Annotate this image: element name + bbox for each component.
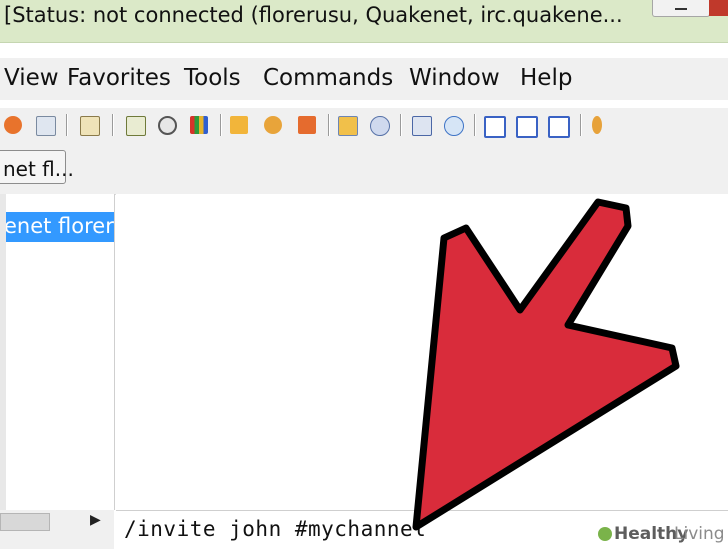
status-window-text-area bbox=[116, 194, 728, 510]
status-window-button-label: net fl... bbox=[3, 157, 74, 181]
cascade-icon[interactable] bbox=[548, 116, 570, 138]
favorites-icon[interactable] bbox=[4, 116, 22, 134]
minimize-icon bbox=[675, 8, 687, 10]
menu-window[interactable]: Window bbox=[409, 65, 500, 91]
close-button[interactable] bbox=[709, 0, 728, 16]
tile-vertical-icon[interactable] bbox=[516, 116, 538, 138]
menu-favorites[interactable]: Favorites bbox=[67, 65, 171, 91]
dcc-send-icon[interactable] bbox=[230, 116, 248, 134]
colors-icon[interactable] bbox=[190, 116, 208, 134]
timer-icon[interactable] bbox=[158, 116, 177, 135]
help-icon[interactable] bbox=[592, 116, 602, 134]
watermark-brand-light: Living bbox=[674, 524, 725, 544]
tree-item-status[interactable]: enet florer bbox=[0, 212, 114, 242]
tile-horizontal-icon[interactable] bbox=[484, 116, 506, 138]
toolbar-separator bbox=[112, 114, 114, 136]
log-icon[interactable] bbox=[80, 116, 100, 136]
switchbar: net fl... bbox=[0, 144, 728, 195]
url-icon[interactable] bbox=[444, 116, 464, 136]
dcc-chat-icon[interactable] bbox=[264, 116, 282, 134]
minimize-button[interactable] bbox=[652, 0, 710, 17]
tree-item-label: enet florer bbox=[4, 214, 114, 238]
toolbar-separator bbox=[580, 114, 582, 136]
status-window-button[interactable]: net fl... bbox=[0, 150, 74, 184]
leaf-icon bbox=[598, 527, 612, 541]
toolbar-separator bbox=[328, 114, 330, 136]
list-icon[interactable] bbox=[126, 116, 146, 136]
toolbar-separator bbox=[66, 114, 68, 136]
treebar: enet florer bbox=[0, 194, 115, 510]
menu-help[interactable]: Help bbox=[520, 65, 572, 91]
toolbar bbox=[0, 108, 728, 144]
treebar-edge bbox=[0, 194, 6, 510]
channels-icon[interactable] bbox=[338, 116, 358, 136]
window-title: [Status: not connected (florerusu, Quake… bbox=[4, 3, 623, 27]
healthy-living-watermark: Healthy Living bbox=[594, 522, 726, 547]
toolbar-separator bbox=[400, 114, 402, 136]
addressbook-icon[interactable] bbox=[412, 116, 432, 136]
menu-commands[interactable]: Commands bbox=[263, 65, 393, 91]
horizontal-scrollbar[interactable] bbox=[0, 513, 50, 531]
menu-bar: View Favorites Tools Commands Window Hel… bbox=[0, 58, 728, 100]
toolbar-separator bbox=[220, 114, 222, 136]
search-icon[interactable] bbox=[370, 116, 390, 136]
command-editbox-value: /invite john #mychannel bbox=[124, 517, 427, 541]
notes-icon[interactable] bbox=[36, 116, 56, 136]
menu-view[interactable]: View bbox=[4, 65, 59, 91]
dcc-options-icon[interactable] bbox=[298, 116, 316, 134]
menu-tools[interactable]: Tools bbox=[184, 65, 241, 91]
toolbar-separator bbox=[474, 114, 476, 136]
title-bar: [Status: not connected (florerusu, Quake… bbox=[0, 0, 728, 43]
scroll-right-icon[interactable]: ▶ bbox=[90, 512, 101, 528]
